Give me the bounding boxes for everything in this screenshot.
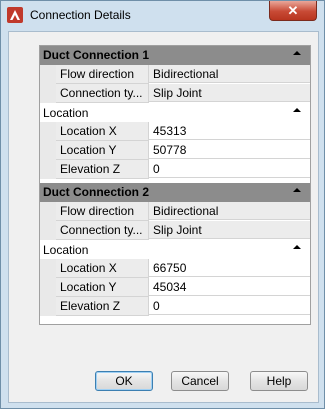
close-button[interactable]: ✕ xyxy=(269,1,317,21)
property-row-connection-type[interactable]: Connection ty... Slip Joint xyxy=(40,84,310,103)
property-row-location-y[interactable]: Location Y 50778 xyxy=(40,141,310,160)
property-name: Elevation Z xyxy=(56,160,149,179)
property-row-elevation-z[interactable]: Elevation Z 0 xyxy=(40,297,310,316)
category-title: Location xyxy=(43,243,89,257)
property-value[interactable]: Bidirectional xyxy=(149,202,310,220)
property-row-elevation-z[interactable]: Elevation Z 0 xyxy=(40,160,310,179)
row-gutter xyxy=(40,259,56,278)
category-title: Location xyxy=(43,106,89,120)
property-name: Location X xyxy=(56,122,149,141)
ok-button[interactable]: OK xyxy=(95,371,153,391)
property-row-location-x[interactable]: Location X 66750 xyxy=(40,259,310,278)
elevation-z-field[interactable]: 0 xyxy=(149,297,310,315)
property-name: Connection ty... xyxy=(56,84,149,103)
section-title: Duct Connection 1 xyxy=(43,48,150,62)
row-gutter xyxy=(40,221,56,240)
elevation-z-field[interactable]: 0 xyxy=(149,160,310,178)
location-x-field[interactable]: 45313 xyxy=(149,122,310,140)
row-gutter xyxy=(40,297,56,316)
window-title: Connection Details xyxy=(30,8,131,22)
row-gutter xyxy=(40,202,56,221)
autocad-app-icon xyxy=(7,7,23,23)
property-name: Location X xyxy=(56,259,149,278)
property-row-location-y[interactable]: Location Y 45034 xyxy=(40,278,310,297)
section-header-duct-connection-2[interactable]: Duct Connection 2 xyxy=(40,183,310,202)
section-title: Duct Connection 2 xyxy=(43,185,150,199)
collapse-arrow-icon[interactable] xyxy=(293,188,301,192)
property-row-location-x[interactable]: Location X 45313 xyxy=(40,122,310,141)
property-value[interactable]: Bidirectional xyxy=(149,65,310,83)
category-location-2[interactable]: Location xyxy=(40,240,310,260)
collapse-arrow-icon[interactable] xyxy=(293,245,301,249)
row-gutter xyxy=(40,122,56,141)
row-gutter xyxy=(40,278,56,297)
property-name: Flow direction xyxy=(56,202,149,221)
cancel-button[interactable]: Cancel xyxy=(171,371,229,391)
property-row-connection-type[interactable]: Connection ty... Slip Joint xyxy=(40,221,310,240)
property-value[interactable]: Slip Joint xyxy=(149,221,310,239)
help-button[interactable]: Help xyxy=(250,371,308,391)
collapse-arrow-icon[interactable] xyxy=(293,51,301,55)
title-bar[interactable]: Connection Details ✕ xyxy=(1,1,324,31)
dialog-window: Connection Details ✕ Duct Connection 1 F… xyxy=(0,0,325,409)
property-name: Flow direction xyxy=(56,65,149,84)
property-name: Location Y xyxy=(56,141,149,160)
row-gutter xyxy=(40,141,56,160)
property-name: Location Y xyxy=(56,278,149,297)
location-y-field[interactable]: 50778 xyxy=(149,141,310,159)
category-location-1[interactable]: Location xyxy=(40,103,310,123)
row-gutter xyxy=(40,65,56,84)
section-header-duct-connection-1[interactable]: Duct Connection 1 xyxy=(40,46,310,65)
location-y-field[interactable]: 45034 xyxy=(149,278,310,296)
properties-grid[interactable]: Duct Connection 1 Flow direction Bidirec… xyxy=(39,45,311,325)
property-row-flow-direction[interactable]: Flow direction Bidirectional xyxy=(40,202,310,221)
property-value[interactable]: Slip Joint xyxy=(149,84,310,102)
property-name: Elevation Z xyxy=(56,297,149,316)
property-name: Connection ty... xyxy=(56,221,149,240)
close-icon: ✕ xyxy=(287,3,299,18)
row-gutter xyxy=(40,160,56,179)
property-row-flow-direction[interactable]: Flow direction Bidirectional xyxy=(40,65,310,84)
location-x-field[interactable]: 66750 xyxy=(149,259,310,277)
row-gutter xyxy=(40,84,56,103)
collapse-arrow-icon[interactable] xyxy=(293,108,301,112)
